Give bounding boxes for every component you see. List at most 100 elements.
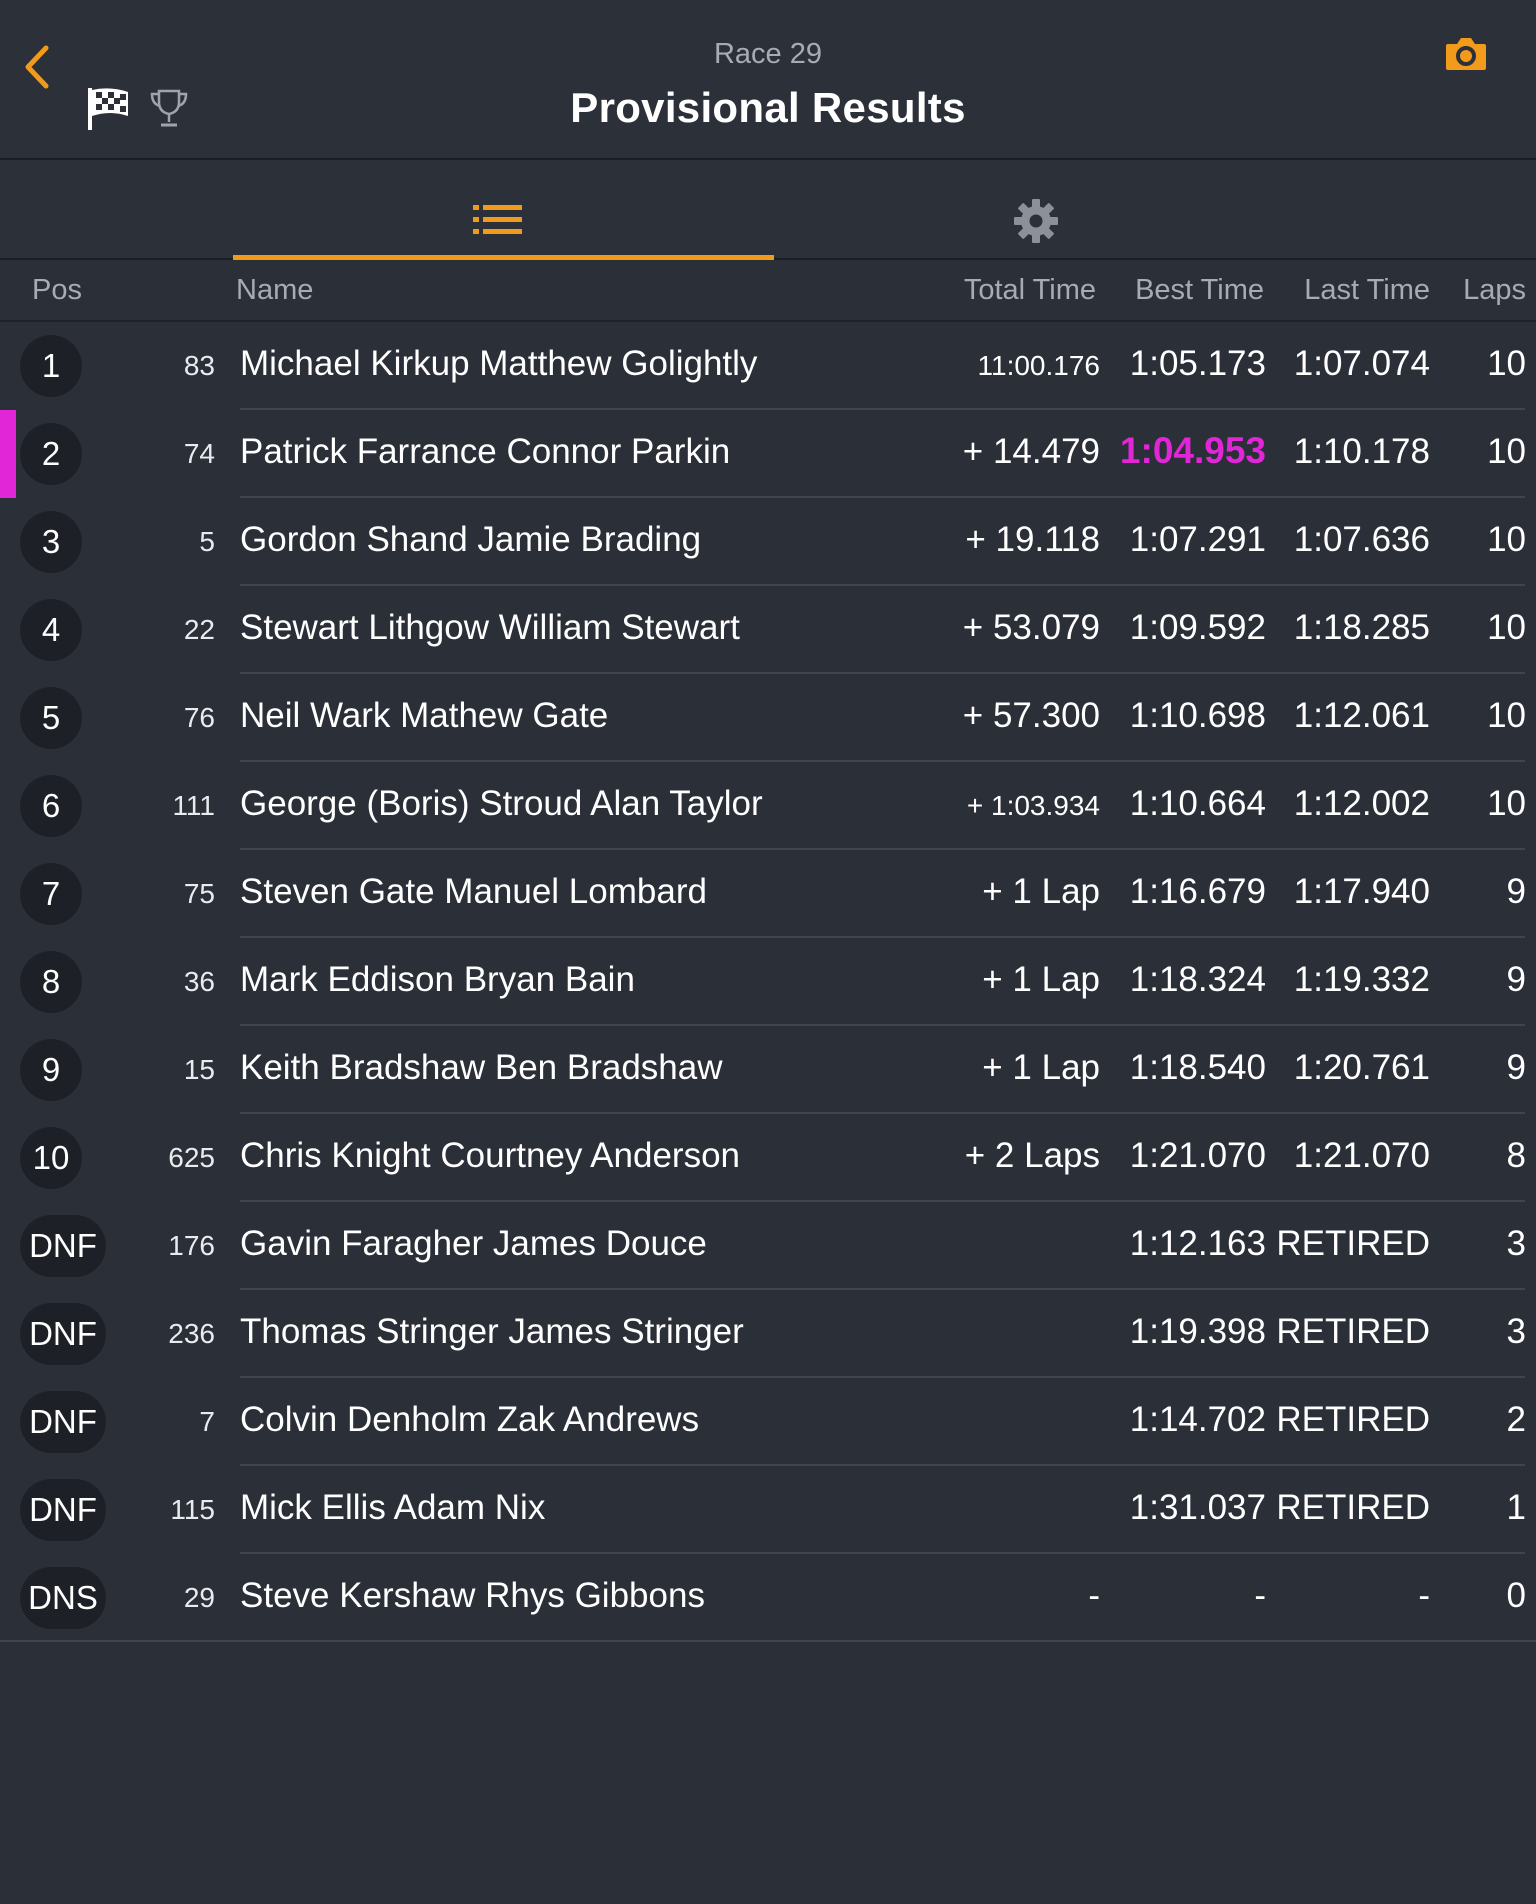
- camera-icon[interactable]: [1444, 34, 1488, 74]
- position-badge: 8: [20, 951, 82, 1013]
- app-header: Race 29 Provisional Results: [0, 0, 1536, 160]
- position-badge: 4: [20, 599, 82, 661]
- race-subtitle: Race 29: [713, 38, 822, 70]
- car-number: 15: [183, 1054, 215, 1085]
- table-row[interactable]: 10 625 Chris Knight Courtney Anderson + 2 L…: [0, 1114, 1536, 1202]
- position-badge: 3: [20, 511, 82, 573]
- position-badge: 7: [20, 863, 82, 925]
- last-time: RETIRED: [1276, 1488, 1430, 1527]
- total-time: + 1 Lap: [982, 872, 1100, 911]
- last-time: 1:10.178: [1293, 432, 1430, 471]
- best-time: 1:09.592: [1129, 608, 1266, 647]
- driver-names: Steven Gate Manuel Lombard: [240, 872, 707, 911]
- driver-names: Mick Ellis Adam Nix: [240, 1488, 546, 1527]
- total-time: -: [1088, 1576, 1100, 1615]
- car-number: 111: [172, 790, 215, 821]
- table-row[interactable]: 1 83 Michael Kirkup Matthew Golightly 11:00…: [0, 322, 1536, 410]
- car-number: 176: [168, 1230, 215, 1261]
- best-time: 1:16.679: [1129, 872, 1266, 911]
- driver-names: Colvin Denholm Zak Andrews: [240, 1400, 700, 1439]
- tab-results-list[interactable]: [233, 160, 774, 260]
- car-number: 115: [170, 1494, 215, 1525]
- driver-names: Keith Bradshaw Ben Bradshaw: [240, 1048, 723, 1087]
- driver-names: Steve Kershaw Rhys Gibbons: [240, 1576, 705, 1615]
- total-time: + 57.300: [962, 696, 1100, 735]
- driver-names: Thomas Stringer James Stringer: [240, 1312, 744, 1351]
- car-number: 75: [183, 878, 215, 909]
- car-number: 74: [183, 438, 215, 469]
- total-time: + 14.479: [962, 432, 1100, 471]
- best-time: 1:21.070: [1129, 1136, 1266, 1175]
- driver-names: Gordon Shand Jamie Brading: [240, 520, 702, 559]
- best-time: 1:10.664: [1129, 784, 1266, 823]
- laps-count: 9: [1506, 1048, 1526, 1087]
- tab-settings[interactable]: [774, 160, 1315, 258]
- column-total-time[interactable]: Total Time: [964, 274, 1096, 307]
- position-badge: 5: [20, 687, 82, 749]
- last-time: 1:21.070: [1293, 1136, 1430, 1175]
- total-time: + 53.079: [962, 608, 1100, 647]
- total-time: + 1:03.934: [966, 790, 1100, 821]
- last-time: 1:07.636: [1293, 520, 1430, 559]
- car-number: 5: [199, 526, 215, 557]
- row-divider: [0, 1640, 1536, 1642]
- table-row[interactable]: DNF 7 Colvin Denholm Zak Andrews 1:14.702 RE…: [0, 1378, 1536, 1466]
- table-row[interactable]: DNS 29 Steve Kershaw Rhys Gibbons - - - 0: [0, 1554, 1536, 1642]
- car-number: 7: [199, 1406, 215, 1437]
- table-row[interactable]: 3 5 Gordon Shand Jamie Brading + 19.118 1:07…: [0, 498, 1536, 586]
- best-time: 1:31.037: [1129, 1488, 1266, 1527]
- best-time: 1:19.398: [1129, 1312, 1266, 1351]
- list-icon: [473, 205, 522, 234]
- laps-count: 2: [1506, 1400, 1526, 1439]
- table-row[interactable]: 6 111 George (Boris) Stroud Alan Taylor + 1…: [0, 762, 1536, 850]
- column-name[interactable]: Name: [236, 274, 313, 307]
- last-time: -: [1418, 1576, 1430, 1615]
- laps-count: 10: [1487, 520, 1526, 559]
- column-laps[interactable]: Laps: [1463, 274, 1526, 307]
- table-row[interactable]: 7 75 Steven Gate Manuel Lombard + 1 Lap 1:16…: [0, 850, 1536, 938]
- best-time: 1:18.540: [1129, 1048, 1266, 1087]
- position-badge: 10: [20, 1127, 82, 1189]
- column-best-time[interactable]: Best Time: [1135, 274, 1264, 307]
- position-badge: DNS: [20, 1567, 106, 1629]
- tab-bar: [0, 160, 1536, 260]
- last-time: RETIRED: [1276, 1224, 1430, 1263]
- position-badge: DNF: [20, 1303, 106, 1365]
- gear-icon: [1014, 199, 1058, 243]
- laps-count: 3: [1506, 1224, 1526, 1263]
- laps-count: 9: [1506, 872, 1526, 911]
- last-time: 1:12.002: [1293, 784, 1430, 823]
- column-last-time[interactable]: Last Time: [1304, 274, 1430, 307]
- best-time: 1:07.291: [1129, 520, 1266, 559]
- table-row[interactable]: DNF 236 Thomas Stringer James Stringer 1:19…: [0, 1290, 1536, 1378]
- driver-names: Michael Kirkup Matthew Golightly: [240, 344, 758, 383]
- table-row[interactable]: DNF 115 Mick Ellis Adam Nix 1:31.037 RETIRED…: [0, 1466, 1536, 1554]
- laps-count: 10: [1487, 696, 1526, 735]
- page-title: Provisional Results: [570, 84, 966, 131]
- driver-names: Neil Wark Mathew Gate: [240, 696, 609, 735]
- last-time: RETIRED: [1276, 1400, 1430, 1439]
- laps-count: 10: [1487, 784, 1526, 823]
- position-badge: 6: [20, 775, 82, 837]
- car-number: 29: [183, 1582, 215, 1613]
- laps-count: 1: [1506, 1488, 1526, 1527]
- car-number: 36: [183, 966, 215, 997]
- position-badge: DNF: [20, 1391, 106, 1453]
- column-pos[interactable]: Pos: [32, 274, 82, 307]
- table-row[interactable]: 5 76 Neil Wark Mathew Gate + 57.300 1:10.698…: [0, 674, 1536, 762]
- total-time: 11:00.176: [977, 350, 1101, 381]
- table-row[interactable]: 9 15 Keith Bradshaw Ben Bradshaw + 1 Lap 1:1…: [0, 1026, 1536, 1114]
- table-row[interactable]: DNF 176 Gavin Faragher James Douce 1:12.163…: [0, 1202, 1536, 1290]
- position-badge: 9: [20, 1039, 82, 1101]
- best-time: 1:18.324: [1129, 960, 1266, 999]
- last-time: 1:07.074: [1293, 344, 1430, 383]
- driver-names: Stewart Lithgow William Stewart: [240, 608, 740, 647]
- car-number: 76: [183, 702, 215, 733]
- table-row[interactable]: 8 36 Mark Eddison Bryan Bain + 1 Lap 1:18.32…: [0, 938, 1536, 1026]
- last-time: 1:19.332: [1293, 960, 1430, 999]
- car-number: 625: [168, 1142, 215, 1173]
- table-row[interactable]: 4 22 Stewart Lithgow William Stewart + 53.0…: [0, 586, 1536, 674]
- last-time: 1:18.285: [1293, 608, 1430, 647]
- table-row[interactable]: 2 74 Patrick Farrance Connor Parkin + 14.47…: [0, 410, 1536, 498]
- best-time: -: [1254, 1576, 1266, 1615]
